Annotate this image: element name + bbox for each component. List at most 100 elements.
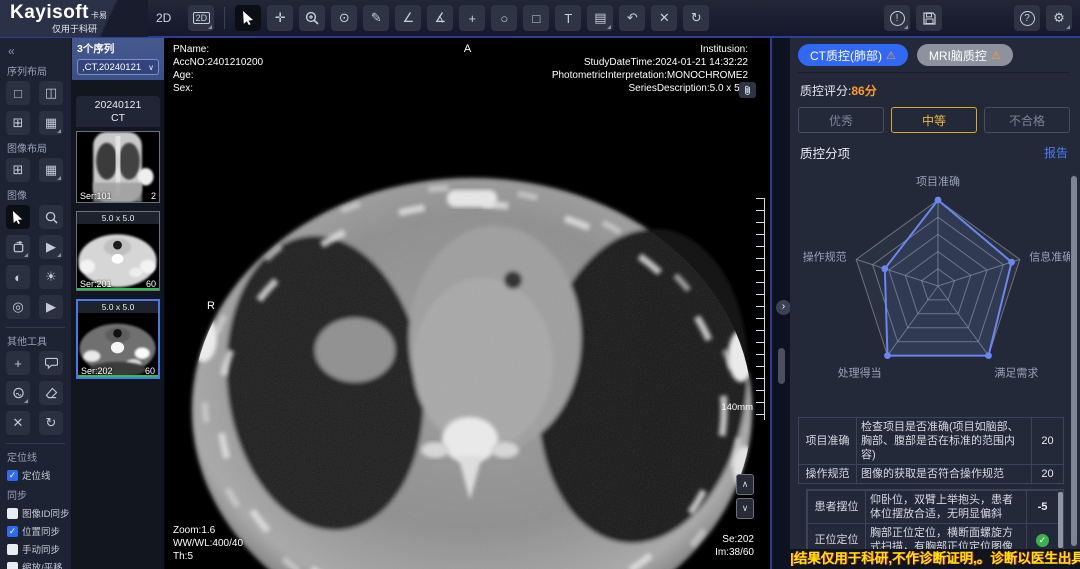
series-thumbnail-202-selected[interactable]: 5.0 x 5.0 Ser:20260 xyxy=(76,299,160,379)
tab-ct-lung-qc[interactable]: CT质控(肺部) ⚠ xyxy=(798,44,908,66)
qc-grade-buttons: 优秀 中等 不合格 xyxy=(798,107,1070,133)
text-annotation-tool-button[interactable]: T xyxy=(555,5,581,31)
slice-up-button[interactable]: ∧ xyxy=(736,474,754,495)
series-panel: 3个序列 ,CT,20240121 ∨ 20240121 CT Ser:1012 xyxy=(72,38,165,569)
image-layout-2x2-button[interactable]: ⊞ xyxy=(6,158,30,182)
image-id-sync-checkbox-row[interactable]: ✓ 图像ID同步 xyxy=(7,506,65,520)
eraser-button[interactable] xyxy=(39,381,63,405)
qc-score-table: 项目准确 检查项目是否准确(项目如脑部、胸部、腹部是否在标准的范围内容) 20 … xyxy=(798,417,1064,484)
cursor-tool-button[interactable] xyxy=(235,5,261,31)
image-rotate-flip-button[interactable] xyxy=(6,235,30,259)
grade-medium-button[interactable]: 中等 xyxy=(891,107,977,133)
cursor-icon xyxy=(242,11,255,25)
magnify-region-button[interactable] xyxy=(6,381,30,405)
study-datetime: StudyDateTime:2024-01-21 14:32:22 xyxy=(552,56,748,69)
tab-mri-brain-qc[interactable]: MRI脑质控 ⚠ xyxy=(917,44,1013,66)
panel-scrollbar[interactable] xyxy=(1071,174,1077,566)
image-target-button[interactable]: ◎ xyxy=(6,295,30,319)
comment-annotation-button[interactable] xyxy=(39,351,63,375)
floppy-save-icon xyxy=(923,12,936,25)
probe-tool-button[interactable]: + xyxy=(459,5,485,31)
image-cursor-button[interactable] xyxy=(6,205,30,229)
pacs-application: Kayisoft 卡易 仅用于科研 2D 2D ✛ ⊙ ✎ ∠ ∡ + ○ □ … xyxy=(0,0,1080,569)
series-layout-1x2-button[interactable]: ◫ xyxy=(39,81,63,105)
scale-ruler xyxy=(756,198,765,420)
save-button[interactable] xyxy=(916,5,942,31)
criterion-score: 20 xyxy=(1032,418,1064,465)
position-sync-checkbox-row[interactable]: ✓ 位置同步 xyxy=(7,524,65,538)
crosshair-add-button[interactable]: + xyxy=(6,351,30,375)
angle-tool-button[interactable]: ∠ xyxy=(395,5,421,31)
study-dropdown[interactable]: ,CT,20240121 ∨ xyxy=(77,59,159,75)
pencil-icon: ✎ xyxy=(371,10,382,26)
image-invert-button[interactable]: ◐ xyxy=(6,265,30,289)
attachment-button[interactable] xyxy=(739,82,756,98)
length-measure-tool-button[interactable]: ✎ xyxy=(363,5,389,31)
qc-subitem-header: 质控分项 报告 xyxy=(800,143,1068,162)
reset-button[interactable]: ↻ xyxy=(683,5,709,31)
image-play-button[interactable]: ▶ xyxy=(39,295,63,319)
window-width-level: WW/WL:400/40 xyxy=(173,537,243,550)
checkbox[interactable]: ✓ xyxy=(7,544,18,555)
magnify-region-icon xyxy=(12,387,25,400)
window-level-tool-button[interactable]: ⊙ xyxy=(331,5,357,31)
series-thumbnail-201[interactable]: 5.0 x 5.0 Ser:20160 xyxy=(76,211,160,291)
collapse-sidebar-icon[interactable]: « xyxy=(8,44,65,58)
window-level-icon: ⊙ xyxy=(339,10,350,26)
undo-button[interactable]: ↶ xyxy=(619,5,645,31)
pan-tool-button[interactable]: ✛ xyxy=(267,5,293,31)
ellipse-roi-tool-button[interactable]: ○ xyxy=(491,5,517,31)
cursor-icon xyxy=(12,211,24,224)
layout-2d-button[interactable]: 2D xyxy=(188,5,214,31)
series-layout-2x2-button[interactable]: ⊞ xyxy=(6,111,30,135)
orientation-marker-anterior: A xyxy=(464,43,471,56)
rect-roi-tool-button[interactable]: □ xyxy=(523,5,549,31)
checkbox[interactable]: ✓ xyxy=(7,508,18,519)
image-preset-button[interactable]: ▤ xyxy=(587,5,613,31)
checkbox[interactable]: ✓ xyxy=(7,562,18,569)
qc-tabs: CT质控(肺部) ⚠ MRI脑质控 ⚠ xyxy=(798,44,1070,73)
checkbox[interactable]: ✓ xyxy=(7,470,18,481)
checkbox-label: 缩放/平移 xyxy=(22,560,63,569)
divider-scrollbar-thumb[interactable] xyxy=(778,348,785,384)
dicom-viewport[interactable]: PName: AccNO:2401210200 Age: Sex: A Inst… xyxy=(165,38,770,569)
institution: Institusion: xyxy=(552,43,748,56)
zoom-tool-button[interactable] xyxy=(299,5,325,31)
delete-annotation-button[interactable]: ✕ xyxy=(651,5,677,31)
thumbnail-image-count: 2 xyxy=(151,191,156,201)
settings-button[interactable]: ⚙ xyxy=(1046,5,1072,31)
slice-down-button[interactable]: ∨ xyxy=(736,498,754,519)
image-cine-flag-button[interactable]: ▶ xyxy=(39,235,63,259)
grade-excellent-button[interactable]: 优秀 xyxy=(798,107,884,133)
image-brightness-button[interactable]: ☀ xyxy=(39,265,63,289)
checkbox-label: 定位线 xyxy=(22,468,51,482)
image-layout-grid-button[interactable]: ▦ xyxy=(39,158,63,182)
expand-panel-button[interactable]: › xyxy=(776,300,791,315)
series-thumbnail-scout[interactable]: Ser:1012 xyxy=(76,131,160,203)
close-icon: ✕ xyxy=(659,10,670,26)
image-layout-section-label: 图像布局 xyxy=(7,140,65,155)
delete-all-button[interactable]: ✕ xyxy=(6,411,30,435)
thumbnail-progress-bar xyxy=(78,375,158,377)
checkbox[interactable]: ✓ xyxy=(7,526,18,537)
reset-view-button[interactable]: ↻ xyxy=(39,411,63,435)
cobb-angle-tool-button[interactable]: ∡ xyxy=(427,5,453,31)
report-link[interactable]: 报告 xyxy=(1044,144,1068,161)
warning-icon: ⚠ xyxy=(886,49,896,62)
svg-text:操作规范: 操作规范 xyxy=(803,249,847,263)
eraser-icon xyxy=(45,387,58,399)
series-layout-grid-button[interactable]: ▦ xyxy=(39,111,63,135)
qc-score-label: 质控评分: xyxy=(800,84,851,98)
patient-info-overlay: PName: AccNO:2401210200 Age: Sex: xyxy=(173,43,263,95)
image-magnify-button[interactable] xyxy=(39,205,63,229)
locator-line-checkbox-row[interactable]: ✓ 定位线 xyxy=(7,468,65,482)
zoom-pan-sync-checkbox-row[interactable]: ✓ 缩放/平移 xyxy=(7,560,65,569)
manual-sync-checkbox-row[interactable]: ✓ 手动同步 xyxy=(7,542,65,556)
help-button[interactable]: ? xyxy=(1014,5,1040,31)
panel-divider: › xyxy=(770,38,790,569)
accession-number: AccNO:2401210200 xyxy=(173,56,263,69)
info-button[interactable]: ! xyxy=(884,5,910,31)
series-layout-1x1-button[interactable]: □ xyxy=(6,81,30,105)
criterion-name: 操作规范 xyxy=(799,465,857,484)
grade-fail-button[interactable]: 不合格 xyxy=(984,107,1070,133)
